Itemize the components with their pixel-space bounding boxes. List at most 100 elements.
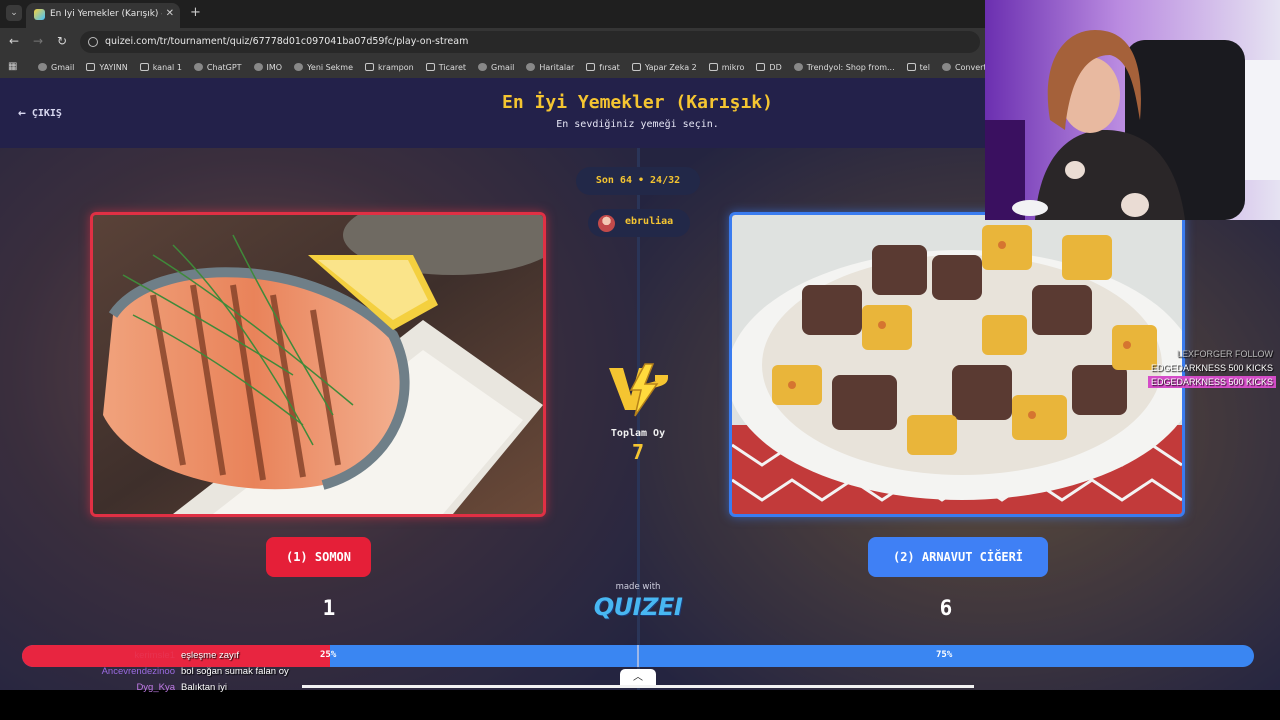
bookmark-label: ChatGPT: [206, 62, 242, 72]
chat-text: eşleşme zayıf: [181, 650, 240, 661]
bookmark-list: Gmail YAYINN kanal 1 ChatGPT IMO Yeni Sekme kr…: [38, 56, 987, 78]
right-option-image[interactable]: [729, 212, 1185, 517]
tab-title: En İyi Yemekler (Karışık) - Tier L: [50, 9, 162, 19]
right-vote-count: 6: [939, 596, 953, 620]
folder-icon: [708, 63, 718, 71]
webcam-overlay: [985, 0, 1280, 220]
quizei-logo[interactable]: QUIZEI: [580, 593, 696, 621]
reload-icon[interactable]: ↻: [57, 34, 67, 48]
tab-list-chevron-icon[interactable]: ⌄: [6, 5, 22, 21]
folder-icon: [756, 63, 766, 71]
scroll-indicator: [302, 685, 974, 688]
forward-arrow-icon[interactable]: →: [33, 34, 43, 48]
bookmark-item[interactable]: kanal 1: [139, 62, 182, 72]
bookmark-label: Gmail: [491, 62, 515, 72]
bookmark-item[interactable]: Trendyol: Shop from...: [793, 62, 895, 72]
choose-right-button[interactable]: (2) ARNAVUT CİĞERİ: [868, 537, 1048, 577]
site-favicon-icon: [793, 63, 803, 71]
bookmark-item[interactable]: Yeni Sekme: [294, 63, 353, 72]
bookmark-item[interactable]: IMO: [253, 62, 283, 72]
chat-username: Ancevrendezinoo: [101, 666, 175, 677]
alert-row: EDGEDARKNESS 500 KICKS: [1147, 376, 1276, 388]
bookmark-label: Trendyol: Shop from...: [806, 62, 895, 72]
bookmark-item[interactable]: Convert: [941, 62, 987, 72]
webcam-feed: [985, 0, 1280, 220]
bookmark-item[interactable]: Haritalar: [526, 63, 574, 72]
bookmark-label: Ticaret: [438, 62, 467, 72]
salmon-photo: [93, 215, 543, 514]
site-favicon-icon: [526, 63, 536, 71]
bookmark-label: krampon: [378, 62, 414, 72]
site-favicon-icon: [193, 63, 203, 71]
total-votes-value: 7: [631, 440, 645, 464]
new-tab-plus-icon[interactable]: +: [190, 5, 201, 20]
chat-message: Dyg_Kya Balıktan iyi: [0, 682, 320, 698]
browser-toolbar: ← → ↻ quizei.com/tr/tournament/quiz/6777…: [0, 28, 990, 56]
site-info-icon[interactable]: [88, 37, 98, 47]
site-favicon-icon: [478, 63, 488, 71]
chat-text: Balıktan iyi: [181, 682, 227, 693]
chat-username: kerimsle1: [134, 650, 175, 661]
bookmark-label: DD: [769, 62, 782, 72]
left-option-image[interactable]: [90, 212, 546, 517]
bookmark-item[interactable]: DD: [756, 62, 782, 72]
round-indicator: Son 64 • 24/32: [576, 167, 700, 195]
bookmark-label: tel: [919, 62, 930, 72]
browser-tab[interactable]: En İyi Yemekler (Karışık) - Tier L ✕: [26, 3, 180, 28]
choose-left-button[interactable]: (1) SOMON: [266, 537, 371, 577]
bookmark-item[interactable]: Ticaret: [425, 62, 467, 72]
avatar: [598, 215, 615, 232]
browser-tab-strip: ⌄ En İyi Yemekler (Karışık) - Tier L ✕ +: [0, 0, 990, 28]
bookmark-item[interactable]: tel: [906, 62, 930, 72]
folder-icon: [365, 63, 375, 71]
back-arrow-icon[interactable]: ←: [9, 34, 19, 48]
bookmarks-bar: ▦ Gmail YAYINN kanal 1 ChatGPT IMO Yeni Sekme…: [0, 56, 990, 78]
site-favicon-icon: [941, 63, 951, 71]
left-vote-count: 1: [322, 596, 336, 620]
alert-row: EDGEDARKNESS 500 KICKS: [1150, 363, 1273, 373]
bookmark-label: Yapar Zeka 2: [644, 62, 697, 72]
folder-icon: [631, 63, 641, 71]
chat-message: Ancevrendezinoo bol soğan sumak falan oy: [0, 666, 320, 682]
bookmark-label: Yeni Sekme: [307, 62, 354, 72]
site-favicon-icon: [34, 9, 45, 20]
chat-message: kerimsle1 eşleşme zayıf: [0, 650, 320, 666]
streamer-badge: ebruliaa: [588, 209, 690, 237]
chat-text: bol soğan sumak falan oy: [181, 666, 289, 677]
folder-icon: [86, 63, 96, 71]
folder-icon: [425, 63, 435, 71]
made-with-label: made with: [615, 582, 661, 592]
total-votes-label: Toplam Oy: [610, 428, 666, 439]
bookmark-item[interactable]: Gmail: [478, 63, 514, 72]
bookmark-item[interactable]: fırsat: [586, 63, 620, 72]
bookmark-label: Haritalar: [539, 62, 575, 72]
bookmark-item[interactable]: YAYINN: [86, 62, 128, 72]
bookmark-label: kanal 1: [152, 62, 182, 72]
bookmark-item[interactable]: Gmail: [38, 63, 74, 72]
bookmark-item[interactable]: Yapar Zeka 2: [631, 62, 697, 72]
site-favicon-icon: [253, 63, 263, 71]
bookmark-label: YAYINN: [99, 62, 128, 72]
chat-username: Dyg_Kya: [136, 682, 175, 693]
stream-chat: kerimsle1 eşleşme zayıf Ancevrendezinoo bol…: [0, 650, 320, 698]
streamer-name: ebruliaa: [625, 216, 674, 227]
right-percent: 75%: [936, 650, 953, 660]
folder-icon: [139, 63, 149, 71]
bookmark-item[interactable]: ChatGPT: [193, 62, 242, 72]
close-tab-icon[interactable]: ✕: [166, 8, 174, 19]
bookmark-item[interactable]: mikro: [708, 62, 745, 72]
bookmark-label: Gmail: [51, 62, 75, 72]
apps-grid-icon[interactable]: ▦: [8, 61, 17, 72]
bookmark-label: mikro: [721, 62, 745, 72]
site-favicon-icon: [38, 63, 47, 71]
bar-center-marker: [637, 645, 639, 667]
bookmark-label: Convert: [954, 62, 987, 72]
versus-bolt-icon: [609, 363, 669, 417]
bookmark-label: IMO: [266, 62, 283, 72]
left-percent: 25%: [320, 650, 337, 660]
liver-photo: [732, 215, 1182, 514]
address-bar[interactable]: quizei.com/tr/tournament/quiz/67778d01c0…: [80, 31, 980, 53]
folder-icon: [906, 63, 916, 71]
bookmark-item[interactable]: krampon: [365, 63, 414, 72]
bookmark-label: fırsat: [599, 62, 620, 72]
